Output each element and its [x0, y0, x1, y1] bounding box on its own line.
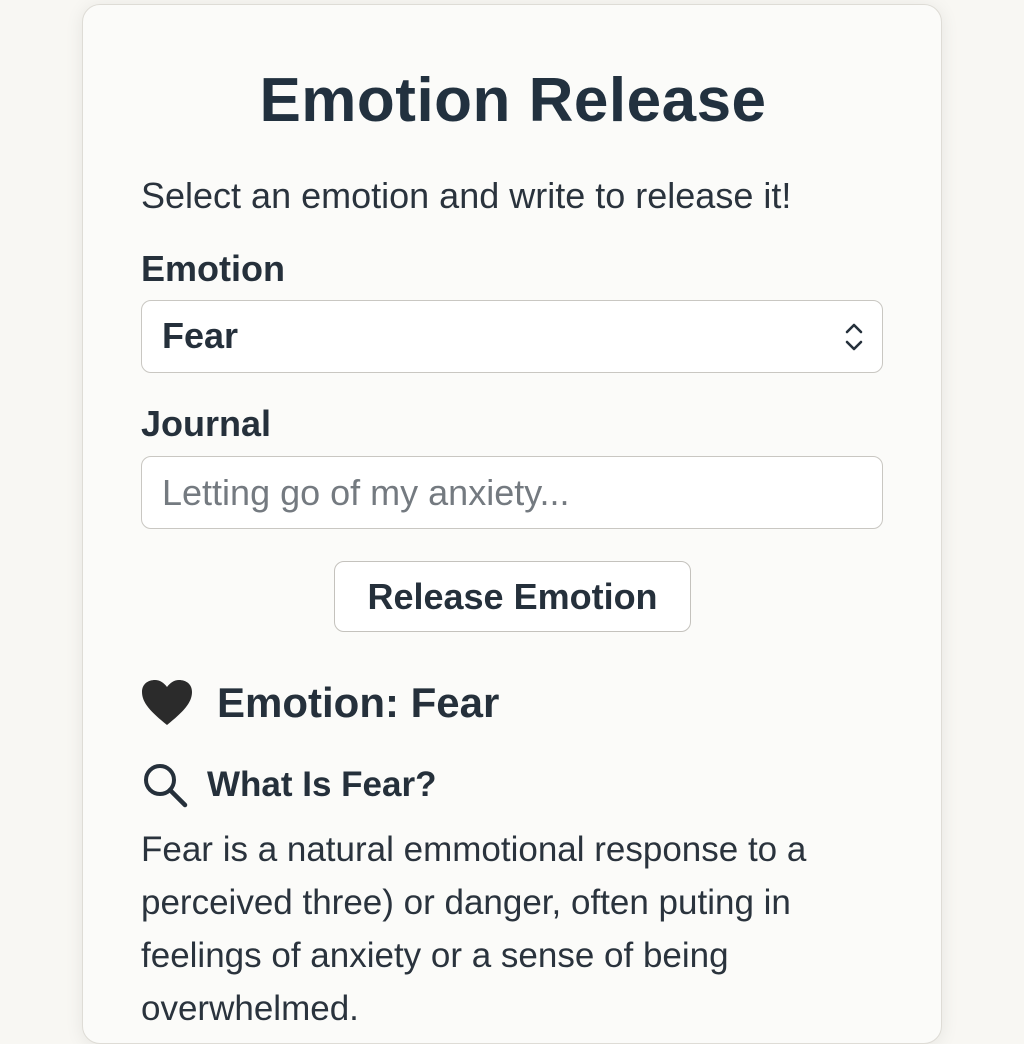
select-chevrons-icon: [845, 323, 863, 351]
page-subtitle: Select an emotion and write to release i…: [141, 175, 792, 216]
release-emotion-button[interactable]: Release Emotion: [334, 561, 691, 632]
emotion-select[interactable]: Fear: [141, 300, 883, 373]
info-heading: What Is Fear?: [141, 757, 436, 813]
page-title: Emotion Release: [259, 66, 767, 135]
heart-icon: [142, 680, 192, 725]
emotion-release-card: Emotion Release Select an emotion and wr…: [82, 4, 942, 1044]
journal-label: Journal: [141, 403, 272, 444]
info-heading-text: What Is Fear?: [207, 765, 437, 804]
result-heading: Emotion: Fear: [141, 673, 499, 733]
emotion-description: Fear is a natural emmotional response to…: [141, 830, 807, 1028]
search-icon: [144, 764, 188, 808]
emotion-select-value: Fear: [162, 315, 239, 356]
journal-input[interactable]: [141, 456, 883, 529]
emotion-label: Emotion: [141, 248, 285, 289]
result-heading-text: Emotion: Fear: [217, 679, 500, 726]
